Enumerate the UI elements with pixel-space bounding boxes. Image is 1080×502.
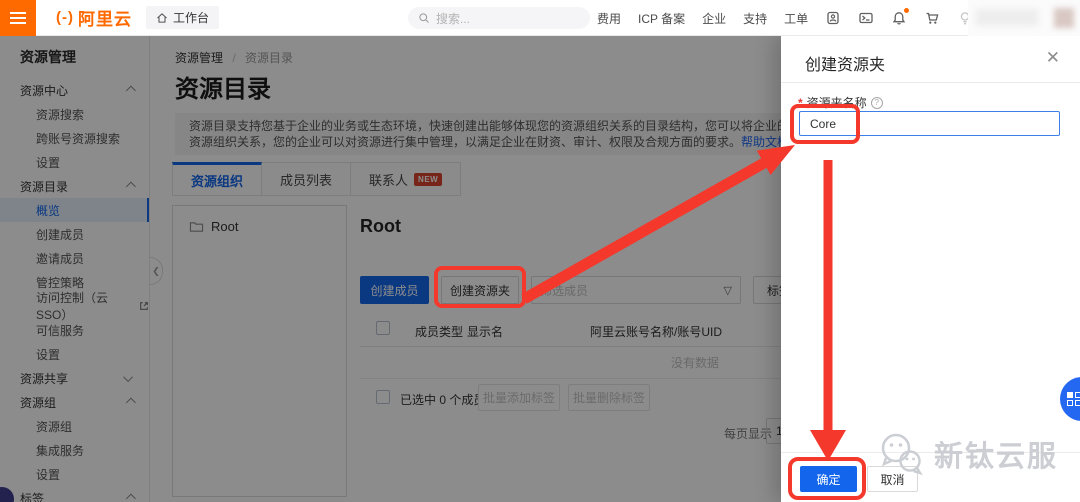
- menu-tickets[interactable]: 工单: [784, 10, 808, 27]
- folder-name-input[interactable]: [799, 111, 1060, 136]
- close-icon[interactable]: ✕: [1046, 48, 1060, 68]
- cart-icon[interactable]: [924, 10, 940, 26]
- apps-icon[interactable]: [825, 10, 841, 26]
- logo-text: 阿里云: [78, 10, 132, 29]
- drawer-title-divider: [781, 82, 1080, 83]
- top-bar: (-) 阿里云 工作台 搜索... 费用 ICP 备案 企业 支持 工单: [0, 0, 1080, 36]
- hamburger-menu-icon[interactable]: [0, 0, 36, 36]
- app-window: (-) 阿里云 工作台 搜索... 费用 ICP 备案 企业 支持 工单 资源管…: [0, 0, 1080, 502]
- confirm-button[interactable]: 确定: [800, 466, 857, 492]
- home-icon: [157, 12, 167, 23]
- field-help-icon[interactable]: ?: [870, 96, 883, 109]
- menu-icp[interactable]: ICP 备案: [638, 10, 685, 27]
- notification-dot: [904, 8, 910, 13]
- search-icon: [419, 13, 429, 23]
- wechat-icon: [881, 433, 923, 476]
- search-placeholder: 搜索...: [436, 11, 471, 26]
- account-avatar[interactable]: [968, 0, 1080, 36]
- qr-grid-icon: [1067, 392, 1080, 406]
- workbench-button[interactable]: 工作台: [146, 6, 220, 29]
- menu-support[interactable]: 支持: [743, 10, 767, 27]
- menu-billing[interactable]: 费用: [597, 10, 621, 27]
- search-input[interactable]: 搜索...: [408, 7, 590, 29]
- notifications-bell-icon[interactable]: [891, 8, 910, 26]
- drawer-title: 创建资源夹: [805, 57, 886, 74]
- vendor-watermark: 新钛云服: [876, 430, 1058, 478]
- terminal-icon[interactable]: [858, 10, 874, 26]
- aliyun-logo[interactable]: (-) 阿里云: [56, 5, 132, 30]
- folder-name-label: * 资源夹名称 ?: [798, 94, 883, 111]
- watermark-text: 新钛云服: [934, 441, 1059, 473]
- logo-bracket-icon: (-): [56, 9, 74, 26]
- menu-enterprise[interactable]: 企业: [702, 10, 726, 27]
